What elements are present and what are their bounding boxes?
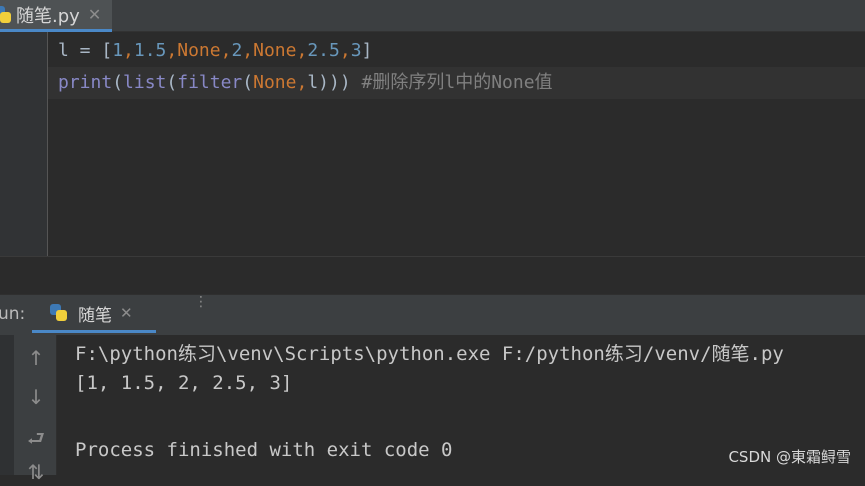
- code-token: (: [166, 72, 178, 93]
- code-token: None: [253, 72, 297, 93]
- editor-tab-bar: [0, 0, 865, 32]
- code-token: l: [307, 72, 319, 93]
- code-token: 3: [350, 40, 362, 61]
- code-token: filter: [177, 72, 243, 93]
- arrow-up-icon[interactable]: ↑: [22, 344, 50, 372]
- code-token: #删除序列l中的None值: [361, 72, 553, 93]
- code-token: print: [58, 72, 113, 93]
- code-token: (: [112, 72, 124, 93]
- code-token: 2: [231, 40, 243, 61]
- code-token: l = [: [58, 40, 113, 61]
- code-token: ,: [296, 72, 308, 93]
- code-token: ,: [242, 40, 254, 61]
- code-token: ,: [296, 40, 308, 61]
- code-line: print(list(filter(None,l))) #删除序列l中的None…: [58, 67, 553, 99]
- run-window-label: un:: [0, 304, 26, 324]
- code-token: (: [242, 72, 254, 93]
- python-run-icon: [50, 304, 68, 322]
- code-line: l = [1,1.5,None,2,None,2.5,3]: [58, 35, 372, 67]
- arrow-down-icon[interactable]: ↓: [22, 383, 50, 411]
- watermark: CSDN @東霜鲟雪: [728, 448, 851, 466]
- console-line: Process finished with exit code 0: [75, 439, 453, 461]
- code-token: 1.5: [133, 40, 167, 61]
- options-icon[interactable]: ⋮: [194, 295, 208, 309]
- run-tab[interactable]: 随笔 ✕: [32, 296, 156, 333]
- close-icon[interactable]: ✕: [120, 304, 133, 322]
- python-file-icon: [0, 5, 12, 24]
- run-tab-label: 随笔: [78, 305, 112, 326]
- editor-run-splitter[interactable]: [0, 256, 865, 295]
- code-token: 1: [112, 40, 124, 61]
- console-line: F:\python练习\venv\Scripts\python.exe F:/p…: [75, 343, 784, 365]
- code-token: ,: [166, 40, 178, 61]
- code-token: ,: [123, 40, 134, 61]
- code-token: None: [177, 40, 221, 61]
- code-token: 2.5: [307, 40, 340, 61]
- close-icon[interactable]: ✕: [88, 5, 101, 24]
- code-token: ))): [318, 72, 362, 93]
- code-token: ]: [361, 40, 373, 61]
- code-token: list: [123, 72, 167, 93]
- editor-tab-label: 随笔.py: [16, 5, 80, 27]
- code-token: None: [253, 40, 297, 61]
- editor-tab[interactable]: 随笔.py ✕: [0, 0, 112, 32]
- tool-window-strip: [0, 335, 14, 475]
- console-line: [1, 1.5, 2, 2.5, 3]: [75, 372, 293, 394]
- soft-wrap-icon[interactable]: ⮐: [22, 424, 50, 452]
- code-token: ,: [339, 40, 351, 61]
- sort-icon[interactable]: ⇅: [22, 458, 50, 486]
- code-token: ,: [220, 40, 232, 61]
- editor-gutter: [0, 32, 48, 256]
